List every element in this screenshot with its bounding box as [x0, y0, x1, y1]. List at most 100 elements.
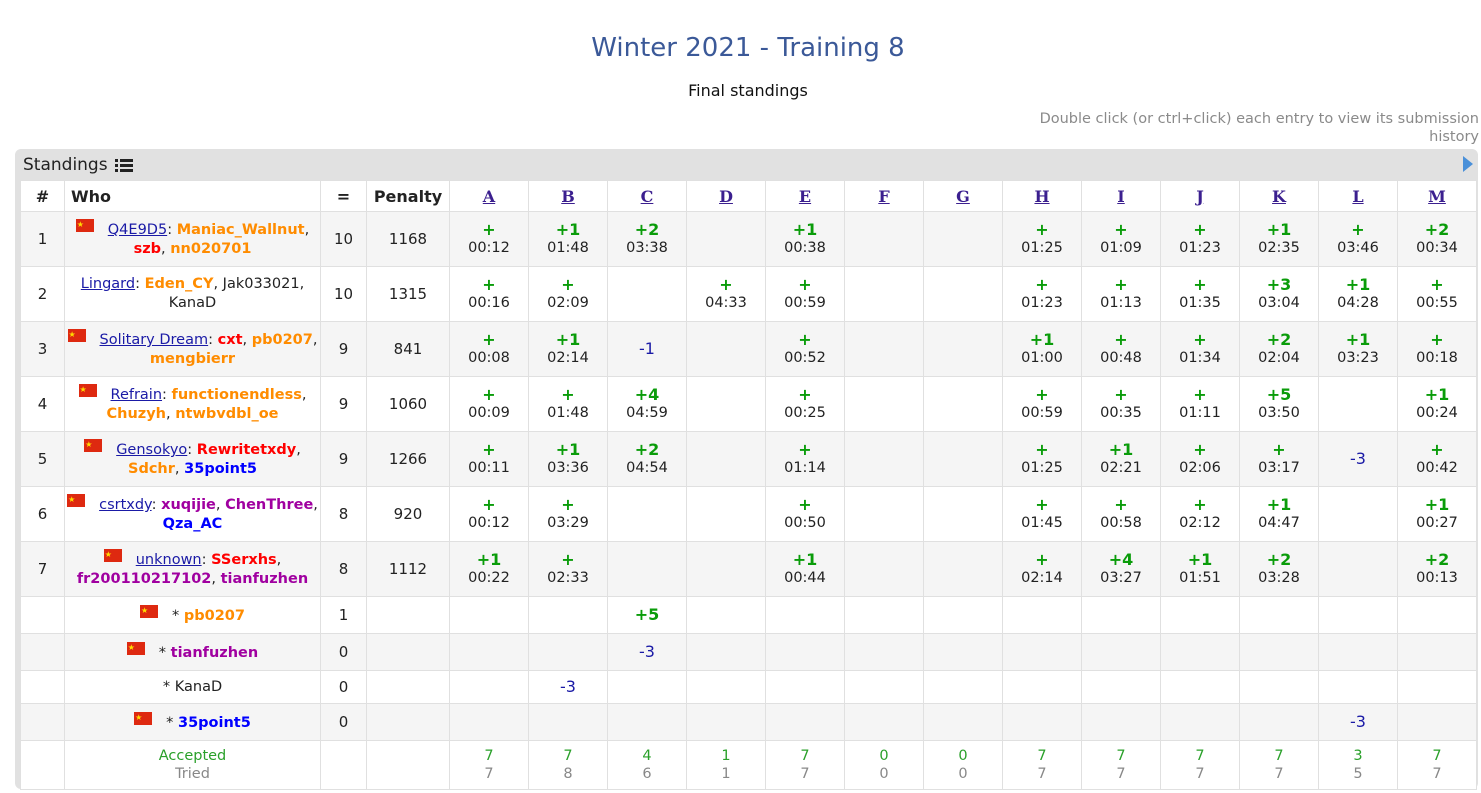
- team-name-link[interactable]: Lingard: [81, 276, 135, 292]
- table-row[interactable]: * pb02071 +5: [20, 596, 1477, 634]
- problem-cell[interactable]: [1160, 670, 1240, 704]
- problem-cell[interactable]: +01:09: [1081, 211, 1161, 267]
- problem-cell[interactable]: +01:23: [1160, 211, 1240, 267]
- problem-cell[interactable]: +03:46: [1318, 211, 1398, 267]
- problem-cell[interactable]: +01:11: [1160, 376, 1240, 432]
- problem-cell[interactable]: +1 04:28: [1318, 266, 1398, 322]
- problem-cell[interactable]: [1397, 596, 1477, 634]
- problem-cell[interactable]: +03:17: [1239, 431, 1319, 487]
- who-cell[interactable]: * tianfuzhen: [64, 633, 321, 671]
- table-row[interactable]: 2 Lingard: Eden_CY, Jak033021, KanaD 10 131…: [20, 266, 1477, 322]
- problem-cell[interactable]: [1160, 633, 1240, 671]
- problem-cell[interactable]: +2 00:34: [1397, 211, 1477, 267]
- problem-cell[interactable]: +00:52: [765, 321, 845, 377]
- problem-cell[interactable]: [1318, 596, 1398, 634]
- problem-cell[interactable]: +00:18: [1397, 321, 1477, 377]
- problem-cell[interactable]: +1 00:24: [1397, 376, 1477, 432]
- problem-cell[interactable]: +01:14: [765, 431, 845, 487]
- problem-cell[interactable]: [923, 703, 1003, 741]
- problem-cell[interactable]: [1397, 703, 1477, 741]
- problem-cell[interactable]: [686, 431, 766, 487]
- problem-cell[interactable]: -3: [607, 633, 687, 671]
- who-cell[interactable]: Gensokyo: Rewritetxdy, Sdchr, 35point5: [64, 431, 321, 487]
- who-cell[interactable]: Refrain: functionendless, Chuzyh, ntwbvd…: [64, 376, 321, 432]
- problem-cell[interactable]: [1002, 596, 1082, 634]
- problem-cell[interactable]: [1318, 633, 1398, 671]
- problem-cell[interactable]: [449, 633, 529, 671]
- problem-cell[interactable]: +1 01:51: [1160, 541, 1240, 597]
- problem-cell[interactable]: +00:09: [449, 376, 529, 432]
- problem-cell[interactable]: [844, 376, 924, 432]
- problem-cell[interactable]: +00:58: [1081, 486, 1161, 542]
- problem-cell[interactable]: +1 01:48: [528, 211, 608, 267]
- problem-cell[interactable]: +01:35: [1160, 266, 1240, 322]
- problem-cell[interactable]: +02:33: [528, 541, 608, 597]
- problem-cell[interactable]: +01:23: [1002, 266, 1082, 322]
- team-name-link[interactable]: unknown: [136, 552, 202, 568]
- problem-cell[interactable]: [528, 633, 608, 671]
- who-cell[interactable]: * KanaD: [64, 670, 321, 704]
- problem-cell[interactable]: [844, 321, 924, 377]
- team-name-link[interactable]: Solitary Dream: [100, 332, 209, 348]
- problem-cell[interactable]: [686, 321, 766, 377]
- problem-cell[interactable]: [1160, 703, 1240, 741]
- problem-cell[interactable]: +02:09: [528, 266, 608, 322]
- problem-cell[interactable]: [607, 541, 687, 597]
- problem-cell[interactable]: [686, 211, 766, 267]
- problem-cell[interactable]: +1 03:36: [528, 431, 608, 487]
- problem-link-m[interactable]: M: [1428, 187, 1446, 206]
- problem-cell[interactable]: +2 04:54: [607, 431, 687, 487]
- team-name-link[interactable]: Q4E9D5: [108, 222, 167, 238]
- problem-cell[interactable]: [686, 633, 766, 671]
- who-cell[interactable]: unknown: SSerxhs, fr200110217102, tianfu…: [64, 541, 321, 597]
- problem-cell[interactable]: [765, 633, 845, 671]
- problem-cell[interactable]: +4 03:27: [1081, 541, 1161, 597]
- problem-cell[interactable]: +2 03:38: [607, 211, 687, 267]
- problem-cell[interactable]: +1 03:23: [1318, 321, 1398, 377]
- problem-cell[interactable]: [528, 703, 608, 741]
- problem-cell[interactable]: [923, 596, 1003, 634]
- problem-cell[interactable]: [765, 703, 845, 741]
- problem-cell[interactable]: +1 02:14: [528, 321, 608, 377]
- problem-cell[interactable]: [1239, 596, 1319, 634]
- who-cell[interactable]: csrtxdy: xuqijie, ChenThree, Qza_AC: [64, 486, 321, 542]
- problem-cell[interactable]: +00:35: [1081, 376, 1161, 432]
- problem-cell[interactable]: +1 00:22: [449, 541, 529, 597]
- problem-cell[interactable]: [844, 703, 924, 741]
- who-cell[interactable]: Solitary Dream: cxt, pb0207, mengbierr: [64, 321, 321, 377]
- problem-cell[interactable]: +01:25: [1002, 211, 1082, 267]
- problem-cell[interactable]: [1318, 486, 1398, 542]
- problem-cell[interactable]: +2 03:28: [1239, 541, 1319, 597]
- problem-cell[interactable]: [923, 670, 1003, 704]
- problem-cell[interactable]: [923, 486, 1003, 542]
- problem-cell[interactable]: [686, 376, 766, 432]
- problem-cell[interactable]: [1318, 376, 1398, 432]
- problem-cell[interactable]: [1081, 633, 1161, 671]
- problem-cell[interactable]: [1318, 541, 1398, 597]
- problem-cell[interactable]: [607, 266, 687, 322]
- problem-cell[interactable]: [1081, 596, 1161, 634]
- problem-cell[interactable]: +3 03:04: [1239, 266, 1319, 322]
- problem-cell[interactable]: [449, 670, 529, 704]
- problem-cell[interactable]: -3: [1318, 431, 1398, 487]
- problem-cell[interactable]: +2 00:13: [1397, 541, 1477, 597]
- problem-cell[interactable]: [844, 596, 924, 634]
- who-cell[interactable]: Q4E9D5: Maniac_Wallnut, szb, nn020701: [64, 211, 321, 267]
- problem-cell[interactable]: [686, 541, 766, 597]
- problem-link-k[interactable]: K: [1272, 187, 1286, 206]
- problem-cell[interactable]: [686, 596, 766, 634]
- problem-cell[interactable]: +01:34: [1160, 321, 1240, 377]
- problem-cell[interactable]: +2 02:04: [1239, 321, 1319, 377]
- problem-cell[interactable]: [844, 211, 924, 267]
- problem-cell[interactable]: +03:29: [528, 486, 608, 542]
- problem-cell[interactable]: [1239, 670, 1319, 704]
- table-row[interactable]: 1Q4E9D5: Maniac_Wallnut, szb, nn02070110…: [20, 211, 1477, 267]
- problem-cell[interactable]: [1002, 670, 1082, 704]
- problem-cell[interactable]: [1160, 596, 1240, 634]
- problem-cell[interactable]: [1081, 703, 1161, 741]
- who-cell[interactable]: * pb0207: [64, 596, 321, 634]
- problem-cell[interactable]: [528, 596, 608, 634]
- problem-cell[interactable]: +01:13: [1081, 266, 1161, 322]
- problem-link-h[interactable]: H: [1034, 187, 1049, 206]
- team-name-link[interactable]: Gensokyo: [116, 442, 187, 458]
